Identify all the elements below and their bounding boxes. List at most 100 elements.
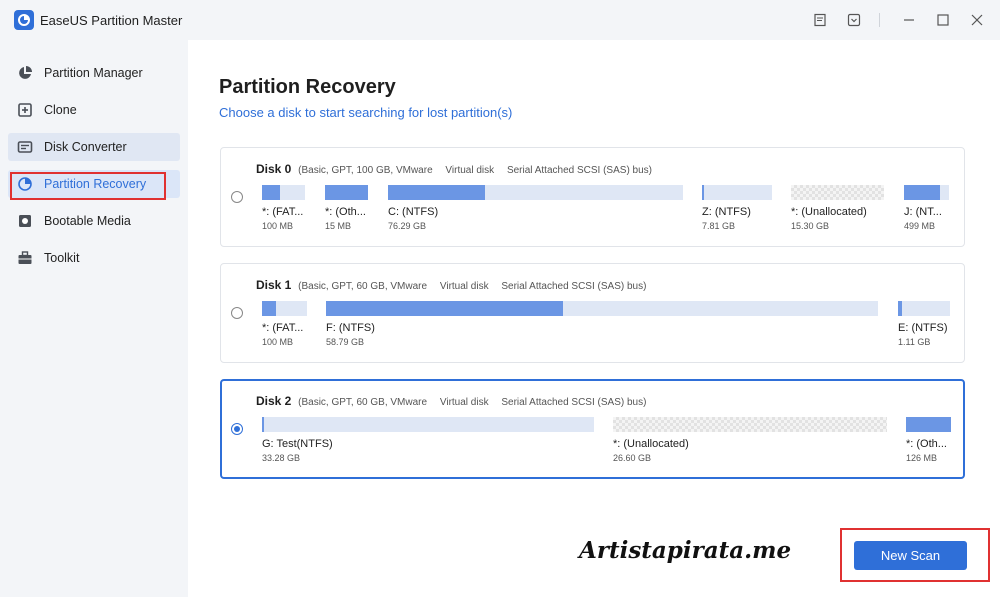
sidebar-item-bootable-media[interactable]: Bootable Media <box>8 207 180 235</box>
toolkit-icon <box>16 249 34 267</box>
partition-size: 33.28 GB <box>262 453 301 463</box>
partition-block[interactable]: G: Test(NTFS) 33.28 GB <box>262 417 594 463</box>
sidebar-item-toolkit[interactable]: Toolkit <box>8 244 180 272</box>
sidebar-item-label: Partition Manager <box>44 66 143 80</box>
partition-label: C: (NTFS) <box>388 206 439 218</box>
disk-radio[interactable] <box>231 307 243 319</box>
partition-bar <box>904 185 949 200</box>
disk-info: Virtual disk <box>439 397 489 408</box>
partition-size: 499 MB <box>904 221 936 231</box>
sidebar-item-label: Toolkit <box>44 251 80 265</box>
partition-size: 126 MB <box>906 453 938 463</box>
app-title: EaseUS Partition Master <box>40 13 183 28</box>
disk-card-2[interactable]: Disk 2 (Basic, GPT, 60 GB, VMware Virtua… <box>220 379 965 479</box>
partition-block[interactable]: Z: (NTFS) 7.81 GB <box>702 185 772 231</box>
partition-label: J: (NT... <box>904 206 942 218</box>
sidebar-item-clone[interactable]: Clone <box>8 96 180 124</box>
partition-size: 100 MB <box>262 221 294 231</box>
disk-name: Disk 0 <box>256 162 292 176</box>
partition-bar <box>388 185 683 200</box>
bootable-media-icon <box>16 212 34 230</box>
page-subtitle: Choose a disk to start searching for los… <box>219 105 513 120</box>
partition-size: 15 MB <box>325 221 352 231</box>
sidebar-item-label: Bootable Media <box>44 214 131 228</box>
partition-label: E: (NTFS) <box>898 322 948 334</box>
partition-label: F: (NTFS) <box>326 322 375 334</box>
partition-size: 15.30 GB <box>791 221 830 231</box>
disk-info: Virtual disk <box>445 165 495 176</box>
partition-label: *: (FAT... <box>262 322 304 334</box>
disk-header: Disk 0 (Basic, GPT, 100 GB, VMware Virtu… <box>256 162 652 176</box>
disk-info: (Basic, GPT, 60 GB, VMware <box>298 281 428 292</box>
app-logo-icon <box>14 10 34 30</box>
partition-block[interactable]: C: (NTFS) 76.29 GB <box>388 185 683 231</box>
maximize-icon[interactable] <box>930 7 956 33</box>
partition-block[interactable]: *: (Unallocated) 15.30 GB <box>791 185 884 231</box>
partition-block[interactable]: *: (FAT... 100 MB <box>262 301 307 347</box>
disk-name: Disk 1 <box>256 278 292 292</box>
sidebar: Partition Manager Clone Disk Converter P… <box>0 40 186 597</box>
partition-size: 1.11 GB <box>898 337 931 347</box>
disk-converter-icon <box>16 138 34 156</box>
sidebar-item-disk-converter[interactable]: Disk Converter <box>8 133 180 161</box>
partition-block[interactable]: *: (Unallocated) 26.60 GB <box>613 417 887 463</box>
close-icon[interactable] <box>964 7 990 33</box>
dropdown-menu-icon[interactable] <box>841 7 867 33</box>
disk-card-1[interactable]: Disk 1 (Basic, GPT, 60 GB, VMware Virtua… <box>220 263 965 363</box>
disk-header: Disk 1 (Basic, GPT, 60 GB, VMware Virtua… <box>256 278 646 292</box>
partition-block[interactable]: J: (NT... 499 MB <box>904 185 949 231</box>
partition-block[interactable]: *: (Oth... 126 MB <box>906 417 951 463</box>
partition-label: *: (Oth... <box>906 438 947 450</box>
title-bar: EaseUS Partition Master <box>0 0 1000 40</box>
clone-icon <box>16 101 34 119</box>
partition-label: *: (Oth... <box>325 206 366 218</box>
partition-recovery-icon <box>16 175 34 193</box>
unallocated-bar <box>613 417 887 432</box>
partition-bar <box>262 417 594 432</box>
partition-label: *: (Unallocated) <box>791 206 867 218</box>
disk-info: (Basic, GPT, 100 GB, VMware <box>298 165 433 176</box>
main-panel: Partition Recovery Choose a disk to star… <box>188 40 1000 597</box>
disk-radio[interactable] <box>231 191 243 203</box>
partition-block[interactable]: E: (NTFS) 1.11 GB <box>898 301 950 347</box>
disk-info: (Basic, GPT, 60 GB, VMware <box>298 397 428 408</box>
partition-block[interactable]: *: (Oth... 15 MB <box>325 185 368 231</box>
disk-card-0[interactable]: Disk 0 (Basic, GPT, 100 GB, VMware Virtu… <box>220 147 965 247</box>
new-scan-button[interactable]: New Scan <box>854 541 967 570</box>
partition-bar <box>702 185 772 200</box>
partition-bar <box>262 301 307 316</box>
titlebar-divider <box>879 13 880 27</box>
partition-label: *: (Unallocated) <box>613 438 689 450</box>
sidebar-item-partition-manager[interactable]: Partition Manager <box>8 59 180 87</box>
minimize-icon[interactable] <box>896 7 922 33</box>
disk-info: Serial Attached SCSI (SAS) bus) <box>506 165 653 176</box>
partition-bar <box>326 301 878 316</box>
partition-size: 58.79 GB <box>326 337 365 347</box>
partition-block[interactable]: F: (NTFS) 58.79 GB <box>326 301 878 347</box>
partition-bar <box>262 185 305 200</box>
page-title: Partition Recovery <box>219 76 396 98</box>
partition-size: 76.29 GB <box>388 221 427 231</box>
partition-size: 7.81 GB <box>702 221 736 231</box>
feedback-icon[interactable] <box>807 7 833 33</box>
disk-name: Disk 2 <box>256 394 292 408</box>
sidebar-item-label: Partition Recovery <box>44 177 147 191</box>
unallocated-bar <box>791 185 884 200</box>
disk-info: Virtual disk <box>439 281 489 292</box>
pie-chart-icon <box>16 64 34 82</box>
watermark-text: Artistapirata.me <box>579 537 792 564</box>
disk-radio-selected[interactable] <box>231 423 243 435</box>
partition-label: Z: (NTFS) <box>702 206 751 218</box>
partition-bar <box>325 185 368 200</box>
disk-info: Serial Attached SCSI (SAS) bus) <box>501 281 647 292</box>
disk-header: Disk 2 (Basic, GPT, 60 GB, VMware Virtua… <box>256 394 646 408</box>
disk-info: Serial Attached SCSI (SAS) bus) <box>501 397 647 408</box>
partition-bar <box>898 301 950 316</box>
partition-label: *: (FAT... <box>262 206 304 218</box>
sidebar-item-partition-recovery[interactable]: Partition Recovery <box>8 170 180 200</box>
partition-size: 26.60 GB <box>613 453 652 463</box>
sidebar-item-label: Disk Converter <box>44 140 127 154</box>
partition-label: G: Test(NTFS) <box>262 438 333 450</box>
partition-block[interactable]: *: (FAT... 100 MB <box>262 185 305 231</box>
sidebar-item-label: Clone <box>44 103 77 117</box>
